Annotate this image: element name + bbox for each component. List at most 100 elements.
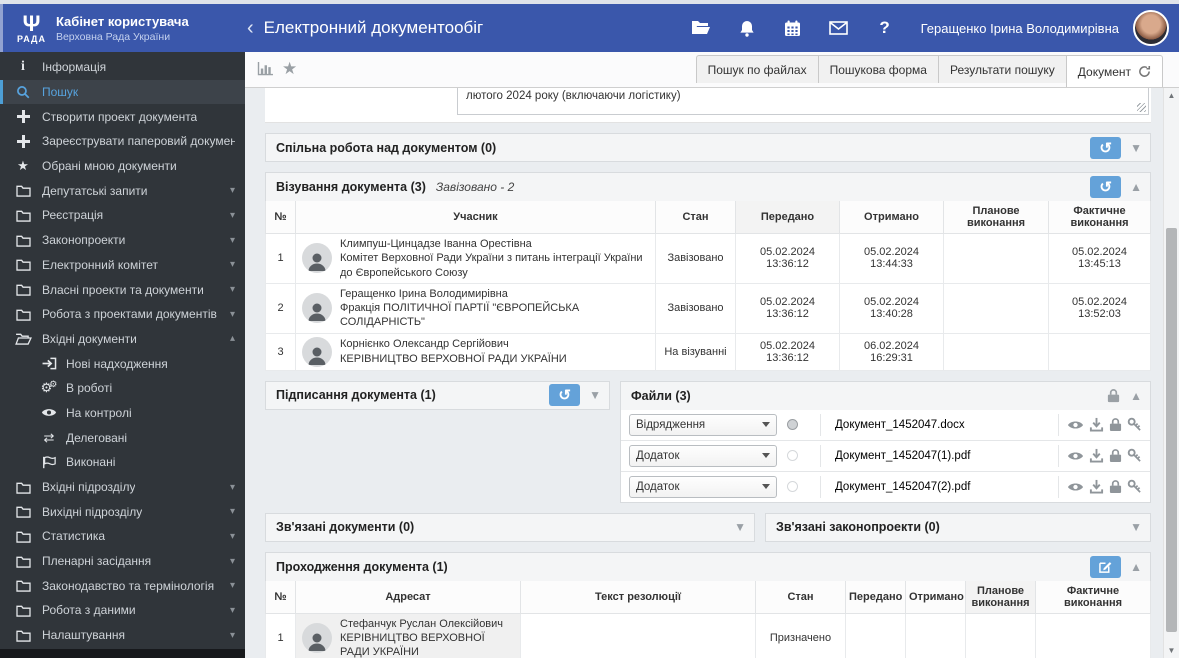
document-summary-textarea[interactable]: лютого 2024 року (включаючи логістику) bbox=[457, 88, 1149, 115]
back-chevron-icon[interactable]: ‹ bbox=[247, 17, 254, 40]
person-name: Геращенко Ірина Володимирівна bbox=[340, 287, 508, 300]
file-radio[interactable] bbox=[787, 419, 798, 431]
calendar-icon[interactable] bbox=[783, 19, 803, 37]
file-radio[interactable] bbox=[787, 481, 798, 493]
star-icon[interactable]: ★ bbox=[282, 59, 297, 79]
scroll-up-arrow[interactable]: ▲ bbox=[1164, 88, 1179, 103]
table-row[interactable]: 1 Стефанчук Руслан Олексійович КЕРІВНИЦТ… bbox=[265, 612, 1151, 658]
tab-file-search[interactable]: Пошук по файлах bbox=[695, 55, 818, 83]
routing-table: № Адресат Текст резолюції Стан Передано … bbox=[265, 580, 1151, 658]
sidebar-item-register-paper[interactable]: Зареєструвати паперовий документ bbox=[0, 129, 245, 154]
sidebar-item-settings[interactable]: Налаштування ▾ bbox=[0, 623, 245, 648]
eye-icon[interactable] bbox=[1067, 419, 1084, 431]
sidebar-item-statistics[interactable]: Статистика ▾ bbox=[0, 524, 245, 549]
sidebar-item-plenary[interactable]: Пленарні засідання ▾ bbox=[0, 549, 245, 574]
history-button[interactable]: ↺ bbox=[1090, 176, 1122, 198]
tab-search-form[interactable]: Пошукова форма bbox=[817, 55, 938, 83]
key-icon[interactable] bbox=[1127, 479, 1142, 494]
sidebar-item-create-project[interactable]: Створити проект документа bbox=[0, 104, 245, 129]
sidebar-item-deputy-requests[interactable]: Депутатські запити ▾ bbox=[0, 178, 245, 203]
chevron-down-icon[interactable]: ▼ bbox=[1130, 520, 1142, 534]
col-received: Отримано bbox=[839, 201, 944, 234]
sidebar-item-info[interactable]: i Інформація bbox=[0, 55, 245, 80]
refresh-icon[interactable] bbox=[1138, 65, 1151, 78]
sidebar-item-legislation[interactable]: Законодавство та термінологія ▾ bbox=[0, 573, 245, 598]
sidebar: i Інформація Пошук Створити проект докум… bbox=[0, 52, 245, 658]
chevron-up-icon[interactable]: ▲ bbox=[1130, 389, 1142, 403]
table-row[interactable]: 1 Климпуш-Цинцадзе Іванна Орестівна Комі… bbox=[265, 233, 1151, 284]
eye-icon[interactable] bbox=[1067, 450, 1084, 462]
tab-search-results[interactable]: Результати пошуку bbox=[937, 55, 1066, 83]
sidebar-item-search[interactable]: Пошук bbox=[0, 79, 245, 105]
open-folder-icon[interactable] bbox=[691, 19, 711, 37]
lock-icon[interactable] bbox=[1109, 448, 1122, 463]
bell-icon[interactable] bbox=[737, 19, 757, 37]
key-icon[interactable] bbox=[1127, 417, 1142, 432]
eye-icon[interactable] bbox=[1067, 481, 1084, 493]
swap-arrows-icon: ⇄ bbox=[43, 429, 55, 445]
chevron-down-icon[interactable]: ▼ bbox=[734, 520, 746, 534]
lock-icon[interactable] bbox=[1109, 417, 1122, 432]
tab-document[interactable]: Документ bbox=[1065, 55, 1163, 87]
user-avatar[interactable] bbox=[1133, 10, 1169, 46]
sidebar-item-registration[interactable]: Реєстрація ▾ bbox=[0, 203, 245, 228]
chevron-down-icon bbox=[762, 453, 770, 459]
gears-icon: ⚙ ⚙ bbox=[40, 379, 58, 396]
scroll-down-arrow[interactable]: ▼ bbox=[1164, 643, 1179, 658]
sidebar-item-bills[interactable]: Законопроекти ▾ bbox=[0, 228, 245, 253]
file-type-select[interactable]: Відрядження bbox=[629, 413, 777, 436]
vertical-scrollbar[interactable]: ▲ ▼ bbox=[1163, 88, 1179, 658]
cell-resolution bbox=[520, 612, 756, 658]
sidebar-item-delegated[interactable]: ⇄ Делеговані bbox=[0, 425, 245, 450]
envelope-icon[interactable] bbox=[829, 19, 849, 37]
sidebar-item-project-work[interactable]: Робота з проектами документів ▾ bbox=[0, 302, 245, 327]
sidebar-item-data-work[interactable]: Робота з даними ▾ bbox=[0, 598, 245, 623]
vertical-scroll-thumb[interactable] bbox=[1166, 228, 1177, 632]
lock-icon[interactable] bbox=[1106, 388, 1121, 403]
lock-icon[interactable] bbox=[1109, 479, 1122, 494]
resize-handle[interactable] bbox=[1137, 103, 1146, 112]
section-collaboration: Спільна робота над документом (0) ↺ ▼ bbox=[265, 133, 1151, 162]
file-type-select[interactable]: Додаток bbox=[629, 444, 777, 467]
edit-button[interactable] bbox=[1090, 555, 1122, 578]
file-name[interactable]: Документ_1452047.docx bbox=[820, 413, 1058, 436]
table-row[interactable]: 2 Геращенко Ірина Володимирівна Фракція … bbox=[265, 282, 1151, 334]
download-icon[interactable] bbox=[1089, 448, 1104, 463]
sidebar-item-incoming-docs[interactable]: Вхідні документи ▴ bbox=[0, 327, 245, 352]
sidebar-item-outgoing-dept[interactable]: Вихідні підрозділу ▾ bbox=[0, 499, 245, 524]
file-name[interactable]: Документ_1452047(2).pdf bbox=[820, 475, 1058, 498]
user-name[interactable]: Геращенко Ірина Володимирівна bbox=[921, 21, 1119, 36]
avatar bbox=[302, 243, 332, 274]
sign-in-icon bbox=[40, 356, 58, 372]
history-button[interactable]: ↺ bbox=[549, 384, 581, 407]
chevron-down-icon[interactable]: ▼ bbox=[589, 388, 601, 402]
sidebar-item-new-arrivals[interactable]: Нові надходження bbox=[0, 351, 245, 376]
chevron-up-icon[interactable]: ▲ bbox=[1130, 560, 1142, 574]
download-icon[interactable] bbox=[1089, 479, 1104, 494]
sidebar-item-on-control[interactable]: На контролі bbox=[0, 401, 245, 426]
file-radio[interactable] bbox=[787, 450, 798, 462]
bar-chart-icon[interactable] bbox=[257, 62, 274, 76]
history-button[interactable]: ↺ bbox=[1090, 136, 1122, 159]
chevron-up-icon[interactable]: ▲ bbox=[1130, 180, 1142, 194]
sidebar-item-incoming-dept[interactable]: Вхідні підрозділу ▾ bbox=[0, 475, 245, 500]
download-icon[interactable] bbox=[1089, 417, 1104, 432]
cell-actual: 05.02.2024 13:52:03 bbox=[1048, 282, 1151, 334]
sidebar-item-in-progress[interactable]: ⚙ ⚙ В роботі bbox=[0, 376, 245, 401]
key-icon[interactable] bbox=[1127, 448, 1142, 463]
section-vising: Візування документа (3) Завізовано - 2 ↺… bbox=[265, 172, 1151, 371]
sidebar-item-e-committee[interactable]: Електронний комітет ▾ bbox=[0, 253, 245, 278]
file-name[interactable]: Документ_1452047(1).pdf bbox=[820, 444, 1058, 467]
col-planned: Планове виконання bbox=[965, 580, 1036, 614]
table-row[interactable]: 3 Корнієнко Олександр Сергійович КЕРІВНИ… bbox=[265, 332, 1151, 371]
sidebar-item-own-projects[interactable]: Власні проекти та документи ▾ bbox=[0, 277, 245, 302]
folder-icon bbox=[14, 306, 32, 322]
help-icon[interactable]: ? bbox=[875, 18, 895, 37]
brand-block[interactable]: Ψ РАДА Кабінет користувача Верховна Рада… bbox=[0, 4, 245, 52]
section-title: Проходження документа (1) bbox=[276, 559, 448, 574]
file-type-select[interactable]: Додаток bbox=[629, 475, 777, 498]
sidebar-item-favorites[interactable]: ★ Обрані мною документи bbox=[0, 154, 245, 179]
sidebar-item-completed[interactable]: Виконані bbox=[0, 450, 245, 475]
chevron-down-icon[interactable]: ▼ bbox=[1130, 141, 1142, 155]
chevron-down-icon bbox=[762, 422, 770, 428]
